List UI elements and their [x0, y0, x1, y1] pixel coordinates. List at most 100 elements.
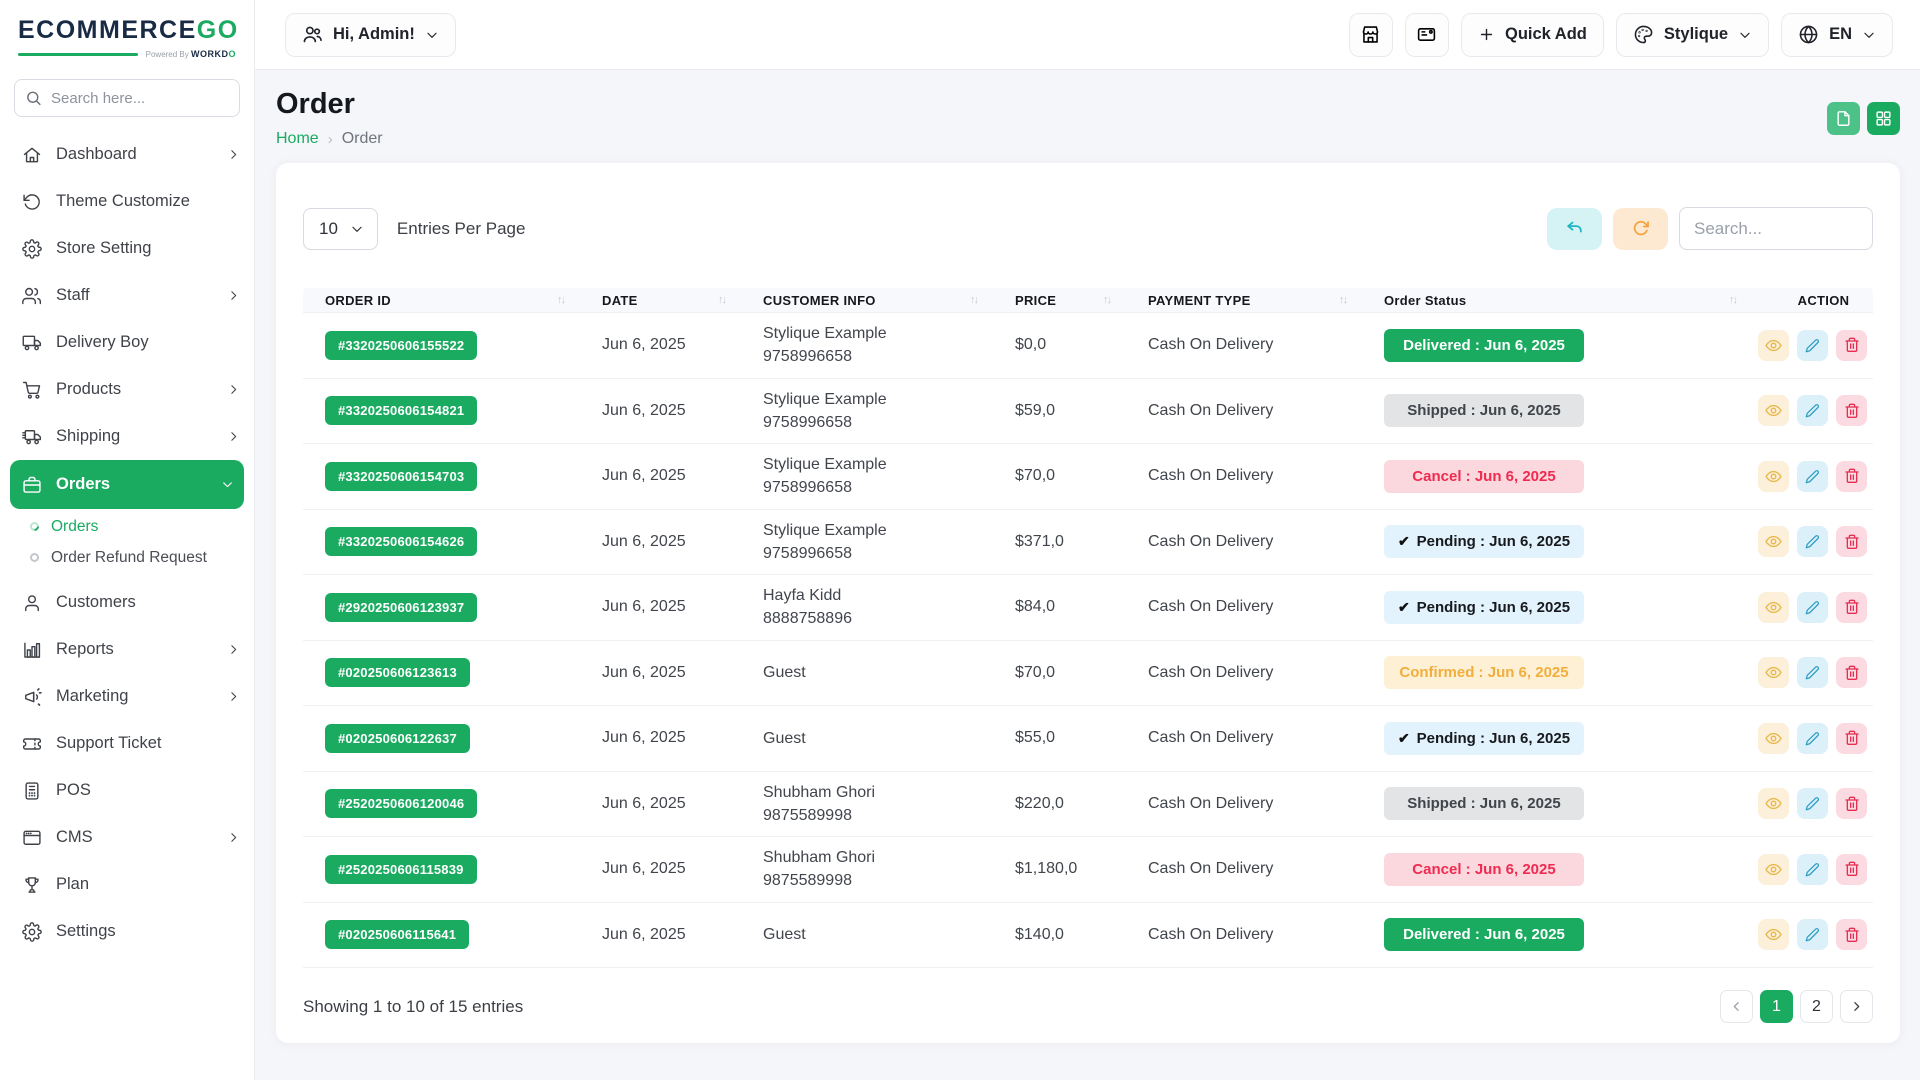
- delete-order-button[interactable]: [1836, 592, 1867, 623]
- delete-order-button[interactable]: [1836, 461, 1867, 492]
- order-status-badge: Delivered : Jun 6, 2025: [1384, 918, 1584, 951]
- sidebar-item-label: Settings: [56, 922, 240, 941]
- edit-order-button[interactable]: [1797, 919, 1828, 950]
- sidebar-item-support-ticket[interactable]: Support Ticket: [0, 720, 254, 767]
- sidebar-subitem-orders[interactable]: Orders: [0, 511, 254, 542]
- eye-icon: [1765, 599, 1782, 616]
- edit-order-button[interactable]: [1797, 461, 1828, 492]
- sidebar-item-settings[interactable]: Settings: [0, 908, 254, 955]
- sidebar-search-input[interactable]: [14, 79, 240, 117]
- entries-per-page-select[interactable]: 10: [303, 208, 378, 250]
- view-order-button[interactable]: [1758, 657, 1789, 688]
- delete-order-button[interactable]: [1836, 526, 1867, 557]
- column-header-customer-info[interactable]: CUSTOMER INFO↑↓: [741, 293, 993, 308]
- posts-card-button[interactable]: [1405, 13, 1449, 57]
- pagination-prev-button[interactable]: [1720, 990, 1753, 1023]
- view-order-button[interactable]: [1758, 592, 1789, 623]
- delete-order-button[interactable]: [1836, 788, 1867, 819]
- pagination-page-button-1[interactable]: 1: [1760, 990, 1793, 1023]
- app-root: ECOMMERCEGO Powered By WORKDO DashboardT…: [0, 0, 1920, 1080]
- pencil-icon: [1805, 469, 1820, 484]
- column-header-order-status[interactable]: Order Status↑↓: [1362, 293, 1752, 308]
- sidebar-item-plan[interactable]: Plan: [0, 861, 254, 908]
- sidebar-item-dashboard[interactable]: Dashboard: [0, 131, 254, 178]
- pencil-icon: [1805, 600, 1820, 615]
- sidebar-item-label: Marketing: [56, 687, 214, 706]
- edit-order-button[interactable]: [1797, 526, 1828, 557]
- theme-switcher-button[interactable]: Stylique: [1616, 13, 1769, 57]
- view-order-button[interactable]: [1758, 919, 1789, 950]
- sidebar-item-cms[interactable]: CMS: [0, 814, 254, 861]
- delete-order-button[interactable]: [1836, 395, 1867, 426]
- pagination-next-button[interactable]: [1840, 990, 1873, 1023]
- storefront-button[interactable]: [1349, 13, 1393, 57]
- view-order-button[interactable]: [1758, 788, 1789, 819]
- edit-order-button[interactable]: [1797, 788, 1828, 819]
- delete-order-button[interactable]: [1836, 330, 1867, 361]
- view-order-button[interactable]: [1758, 395, 1789, 426]
- order-price: $55,0: [993, 729, 1126, 747]
- sort-arrows-icon: ↑↓: [1729, 294, 1736, 306]
- admin-menu-button[interactable]: Hi, Admin!: [285, 13, 456, 57]
- shipping-truck-icon: [21, 427, 43, 447]
- table-search-input[interactable]: [1679, 207, 1873, 250]
- delete-order-button[interactable]: [1836, 854, 1867, 885]
- pencil-icon: [1805, 534, 1820, 549]
- order-table-row: #020250606115641Jun 6, 2025Guest$140,0Ca…: [303, 903, 1873, 969]
- delete-order-button[interactable]: [1836, 919, 1867, 950]
- column-header-price[interactable]: PRICE↑↓: [993, 293, 1126, 308]
- sidebar-item-shipping[interactable]: Shipping: [0, 413, 254, 460]
- edit-order-button[interactable]: [1797, 657, 1828, 688]
- sidebar-item-staff[interactable]: Staff: [0, 272, 254, 319]
- customer-phone: 9875589998: [763, 869, 993, 892]
- sidebar-item-marketing[interactable]: Marketing: [0, 673, 254, 720]
- sidebar-subitem-order-refund-request[interactable]: Order Refund Request: [0, 542, 254, 573]
- order-price: $371,0: [993, 533, 1126, 551]
- sidebar-item-delivery-boy[interactable]: Delivery Boy: [0, 319, 254, 366]
- sidebar-item-products[interactable]: Products: [0, 366, 254, 413]
- grid-view-button[interactable]: [1867, 102, 1900, 135]
- bullet-ring-icon: [28, 520, 41, 533]
- view-order-button[interactable]: [1758, 330, 1789, 361]
- edit-order-button[interactable]: [1797, 592, 1828, 623]
- view-order-button[interactable]: [1758, 526, 1789, 557]
- language-switcher-button[interactable]: EN: [1781, 13, 1893, 57]
- customer-name: Stylique Example: [763, 388, 993, 411]
- order-id-badge: #3320250606154703: [325, 462, 477, 491]
- export-orders-button[interactable]: [1827, 102, 1860, 135]
- refresh-button[interactable]: [1613, 208, 1668, 250]
- sidebar-item-store-setting[interactable]: Store Setting: [0, 225, 254, 272]
- column-header-order-id[interactable]: ORDER ID↑↓: [303, 293, 580, 308]
- palette-icon: [1633, 24, 1654, 45]
- quick-add-button[interactable]: Quick Add: [1461, 13, 1604, 57]
- undo-button[interactable]: [1547, 208, 1602, 250]
- pagination-page-button-2[interactable]: 2: [1800, 990, 1833, 1023]
- trash-icon: [1844, 599, 1860, 615]
- sidebar-item-orders[interactable]: Orders: [10, 460, 244, 509]
- sidebar-item-customers[interactable]: Customers: [0, 579, 254, 626]
- eye-icon: [1765, 730, 1782, 747]
- delete-order-button[interactable]: [1836, 657, 1867, 688]
- view-order-button[interactable]: [1758, 723, 1789, 754]
- delete-order-button[interactable]: [1836, 723, 1867, 754]
- sidebar-item-label: Support Ticket: [56, 734, 240, 753]
- breadcrumb-home-link[interactable]: Home: [276, 130, 319, 148]
- sidebar-item-theme-customize[interactable]: Theme Customize: [0, 178, 254, 225]
- column-header-payment-type[interactable]: PAYMENT TYPE↑↓: [1126, 293, 1362, 308]
- view-order-button[interactable]: [1758, 854, 1789, 885]
- sidebar-item-pos[interactable]: POS: [0, 767, 254, 814]
- pencil-icon: [1805, 338, 1820, 353]
- order-date: Jun 6, 2025: [580, 795, 741, 813]
- order-status-badge: Cancel : Jun 6, 2025: [1384, 460, 1584, 493]
- column-header-date[interactable]: DATE↑↓: [580, 293, 741, 308]
- chevron-right-icon: [227, 383, 240, 396]
- edit-order-button[interactable]: [1797, 330, 1828, 361]
- payment-type: Cash On Delivery: [1126, 598, 1362, 616]
- edit-order-button[interactable]: [1797, 395, 1828, 426]
- order-table-row: #020250606122637Jun 6, 2025Guest$55,0Cas…: [303, 706, 1873, 772]
- undo-arrow-icon: [1565, 219, 1584, 238]
- view-order-button[interactable]: [1758, 461, 1789, 492]
- edit-order-button[interactable]: [1797, 854, 1828, 885]
- edit-order-button[interactable]: [1797, 723, 1828, 754]
- sidebar-item-reports[interactable]: Reports: [0, 626, 254, 673]
